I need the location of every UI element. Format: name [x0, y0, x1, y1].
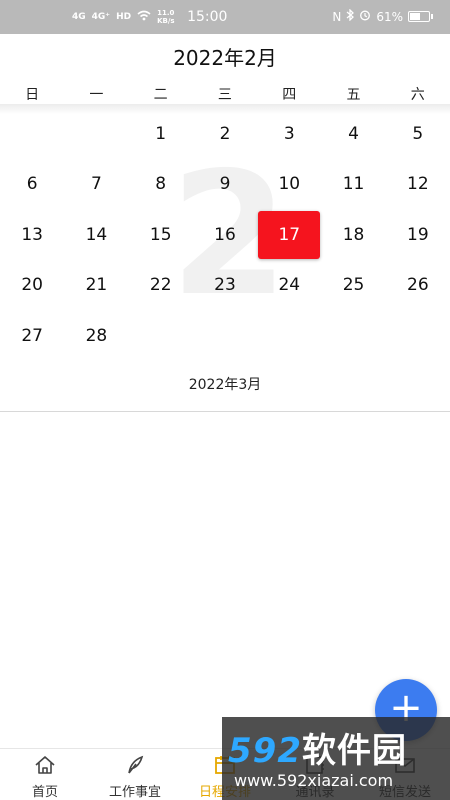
day-cell[interactable]: 7 [65, 160, 127, 208]
home-icon [0, 755, 90, 777]
day-cell[interactable]: 18 [323, 211, 385, 259]
day-cell[interactable]: 14 [65, 211, 127, 259]
nav-item-feather[interactable]: 工作事宜 [90, 749, 180, 800]
day-cell[interactable]: 24 [258, 261, 320, 309]
next-month-label[interactable]: 2022年3月 [0, 374, 450, 394]
day-cell[interactable]: 20 [1, 261, 63, 309]
nav-label: 工作事宜 [108, 785, 161, 800]
calendar-grid: 2 1 2 3 4 5 6 7 8 9 10 11 12 13 14 15 16 17 18 19 20 21 22 23 2… [0, 110, 450, 362]
day-cell[interactable]: 28 [65, 312, 127, 360]
status-right: N 61% [332, 8, 433, 24]
day-cell[interactable]: 9 [194, 160, 256, 208]
day-cell[interactable]: 23 [194, 261, 256, 309]
weekday-label: 六 [410, 87, 425, 103]
nav-item-home[interactable]: 首页 [0, 749, 90, 800]
battery-level [410, 13, 421, 20]
brand-number: 592 [228, 731, 302, 771]
divider [0, 411, 450, 412]
nav-label: 首页 [31, 785, 58, 800]
day-cell[interactable]: 25 [323, 261, 385, 309]
network-speed: 11.0 KB/s [157, 9, 175, 25]
battery-percent: 61% [376, 9, 403, 24]
day-cell[interactable]: 8 [130, 160, 192, 208]
bluetooth-icon [346, 8, 355, 24]
day-cell[interactable]: 21 [65, 261, 127, 309]
weekday-header: 日一二三四五六 [0, 84, 450, 106]
day-cell[interactable]: 6 [1, 160, 63, 208]
day-cell-selected[interactable]: 17 [258, 210, 321, 259]
hd-indicator: HD [116, 12, 132, 22]
day-cell[interactable]: 2 [194, 110, 256, 158]
day-cell[interactable]: 13 [1, 211, 63, 259]
day-cell[interactable]: 12 [387, 160, 449, 208]
network-indicator-1: 4G [72, 12, 86, 22]
network-indicator-2: 4G⁺ [91, 12, 111, 22]
battery-icon [408, 11, 433, 22]
weekday-label: 三 [217, 87, 232, 103]
brand-text: 软件园 [301, 731, 407, 771]
day-cell[interactable]: 11 [323, 160, 385, 208]
status-bar: 4G 4G⁺ HD 11.0 KB/s 15:00 N 61% [0, 0, 450, 34]
day-cell[interactable]: 4 [323, 110, 385, 158]
weekday-label: 二 [153, 87, 168, 103]
feather-icon [90, 755, 180, 777]
day-cell[interactable]: 22 [130, 261, 192, 309]
status-left: 4G 4G⁺ HD 11.0 KB/s 15:00 [72, 9, 227, 25]
site-watermark-banner: 592软件园 www.592xiazai.com [222, 717, 450, 800]
day-cell[interactable]: 16 [194, 211, 256, 259]
nfc-icon: N [332, 9, 342, 24]
day-cell[interactable]: 1 [130, 110, 192, 158]
weekday-label: 一 [89, 87, 104, 103]
weekday-label: 五 [346, 87, 361, 103]
day-cell[interactable]: 5 [387, 110, 449, 158]
status-time: 15:00 [187, 9, 228, 25]
day-cell[interactable]: 3 [258, 110, 320, 158]
month-title[interactable]: 2022年2月 [0, 42, 450, 71]
day-cell[interactable]: 19 [387, 211, 449, 259]
day-cell[interactable]: 10 [258, 160, 320, 208]
day-cell[interactable]: 27 [1, 312, 63, 360]
site-watermark-brand: 592软件园 [228, 723, 407, 772]
weekday-label: 四 [282, 87, 297, 103]
day-cell[interactable]: 15 [130, 211, 192, 259]
weekday-label: 日 [25, 87, 40, 103]
wifi-icon [137, 10, 151, 24]
site-watermark-url: www.592xiazai.com [234, 771, 394, 790]
day-cell[interactable]: 26 [387, 261, 449, 309]
alarm-icon [359, 9, 371, 24]
